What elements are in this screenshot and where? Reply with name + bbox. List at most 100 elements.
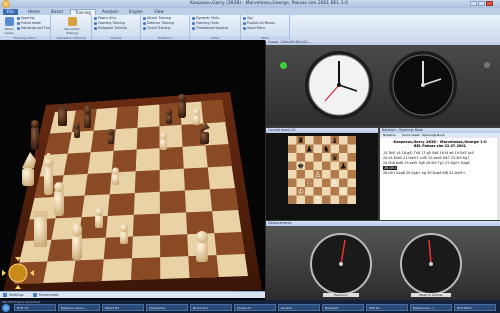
white-piece-2d[interactable]: ♙ (314, 170, 321, 179)
app-logo-icon[interactable] (2, 0, 10, 8)
board-3d-pane[interactable] (0, 40, 265, 300)
defence-training-button[interactable]: Defence Training (143, 21, 174, 25)
board-2d-square[interactable] (322, 170, 331, 179)
black-pawn-3[interactable] (166, 109, 172, 124)
handicap-button[interactable]: Handicap and Fun (17, 26, 50, 30)
board-2d-square[interactable] (339, 136, 348, 145)
white-piece-2d[interactable]: ♖ (314, 195, 321, 204)
board-2d-square[interactable] (313, 144, 323, 154)
board-2d-square[interactable] (313, 161, 323, 171)
black-king[interactable] (31, 120, 39, 150)
taskbar-item[interactable]: Chess 43 (234, 304, 276, 311)
friend-mode-button[interactable]: Friend mode (17, 21, 41, 25)
calculation-training-button[interactable]: Calculation Training (63, 17, 81, 35)
dark-square[interactable] (183, 167, 210, 191)
taskbar-item[interactable]: Dossier (278, 304, 320, 311)
board-2d-square[interactable] (322, 136, 331, 145)
pawns-only-button[interactable]: Pawns Only (94, 16, 116, 20)
black-piece-2d[interactable]: ♛ (331, 153, 338, 162)
black-piece-2d[interactable]: ♚ (297, 161, 304, 170)
board-2d-square[interactable] (330, 195, 340, 205)
taskbar-item[interactable]: Chess/Plus (146, 304, 188, 311)
black-pawn-1[interactable] (74, 123, 80, 138)
board-2d-square[interactable] (313, 153, 323, 162)
notation-panel[interactable]: Kasparov,Garry 2838 - Marvelosso,George … (380, 138, 500, 220)
dark-square[interactable] (134, 169, 160, 193)
dark-square[interactable] (159, 190, 187, 214)
dark-square[interactable] (136, 126, 160, 150)
white-pawn-2[interactable] (120, 224, 128, 244)
board-2d-square[interactable] (347, 161, 357, 171)
board-2d-square[interactable] (288, 195, 297, 205)
board-2d-square[interactable] (296, 153, 306, 162)
start-button-icon[interactable] (2, 304, 10, 312)
screenshot-button[interactable]: Screenshot (39, 293, 59, 297)
taskbar-item[interactable]: Mhz Gr... (366, 304, 408, 311)
dark-square[interactable] (131, 257, 161, 280)
board-2d-square[interactable] (339, 144, 348, 154)
white-pawn-1[interactable] (95, 208, 103, 228)
board-2d-square[interactable] (347, 187, 357, 196)
board-2d[interactable]: ♜ ♝♟ ♞♛♚ ♟♙♘ ♙♔ ♕♖ (288, 136, 356, 204)
taskbar-item[interactable]: Bild Editor (454, 304, 496, 311)
taskbar-item[interactable]: Mixed Pix (102, 304, 144, 311)
board-2d-square[interactable] (339, 178, 348, 188)
board-2d-square[interactable] (347, 153, 357, 162)
white-piece-2d[interactable]: ♘ (306, 178, 313, 187)
white-pawn-5[interactable] (112, 167, 119, 186)
show-plans-button[interactable]: Show Plans (243, 26, 265, 30)
dark-square[interactable] (132, 213, 161, 237)
board-2d-square[interactable] (288, 161, 297, 171)
black-queen[interactable] (178, 94, 186, 118)
board-2d-square[interactable] (347, 170, 357, 179)
board-2d-square[interactable] (339, 170, 348, 179)
black-pawn-2[interactable] (108, 129, 114, 144)
dark-square[interactable] (63, 152, 91, 176)
board-2d-square[interactable] (288, 136, 297, 145)
black-piece-2d[interactable]: ♞ (323, 144, 330, 153)
taskbar-item[interactable]: Kasparov(2...) (410, 304, 452, 311)
screenshot-icon[interactable] (32, 293, 37, 297)
black-rook[interactable] (57, 105, 68, 126)
minimize-button[interactable] (470, 1, 477, 6)
board-2d-square[interactable] (347, 144, 357, 154)
white-piece-2d[interactable]: ♙ (331, 178, 338, 187)
board-2d-square[interactable] (322, 153, 331, 162)
dark-square[interactable] (115, 106, 139, 130)
white-pawn-4[interactable] (160, 132, 167, 151)
board-2d-square[interactable] (330, 187, 340, 196)
board-3d-view[interactable] (0, 40, 265, 300)
board-2d-square[interactable] (288, 153, 297, 162)
maximize-button[interactable] (478, 1, 485, 6)
board-2d-square[interactable] (347, 178, 357, 188)
board-2d-square[interactable] (347, 136, 357, 145)
board-2d-square[interactable] (288, 187, 297, 196)
opening-training-button[interactable]: Opening Training (94, 21, 125, 25)
white-pawn-3[interactable] (196, 231, 208, 262)
dark-square[interactable] (78, 215, 108, 239)
black-piece-2d[interactable]: ♜ (297, 136, 304, 145)
board-2d-square[interactable] (296, 178, 306, 188)
explain-all-moves-button[interactable]: Explain All Moves (243, 21, 275, 25)
dynamic-hints-toggle[interactable]: Dynamic Hints (192, 16, 219, 20)
board-2d-square[interactable] (347, 195, 357, 205)
dark-square[interactable] (107, 193, 135, 216)
board-2d-square[interactable] (305, 136, 314, 145)
dark-square[interactable] (186, 211, 215, 235)
board-2d-square[interactable] (296, 144, 306, 154)
rated-game-button[interactable]: Rated Game (2, 17, 16, 35)
board-2d-square[interactable] (322, 187, 331, 196)
settings-icon[interactable] (3, 293, 7, 297)
board-2d-square[interactable] (305, 153, 314, 162)
white-piece-2d[interactable]: ♕ (340, 187, 347, 196)
threatened-squares-toggle[interactable]: Threatened Squares (192, 26, 228, 30)
attack-training-button[interactable]: Attack Training (143, 16, 171, 20)
black-piece-2d[interactable]: ♝ (331, 136, 338, 145)
current-move[interactable]: 28.Dh1 (383, 166, 398, 170)
white-piece-2d[interactable]: ♔ (297, 187, 304, 196)
board-2d-square[interactable] (330, 161, 340, 171)
dark-square[interactable] (159, 146, 184, 170)
board-2d-square[interactable] (330, 170, 340, 179)
dark-square[interactable] (160, 234, 189, 258)
dark-square[interactable] (72, 259, 104, 282)
